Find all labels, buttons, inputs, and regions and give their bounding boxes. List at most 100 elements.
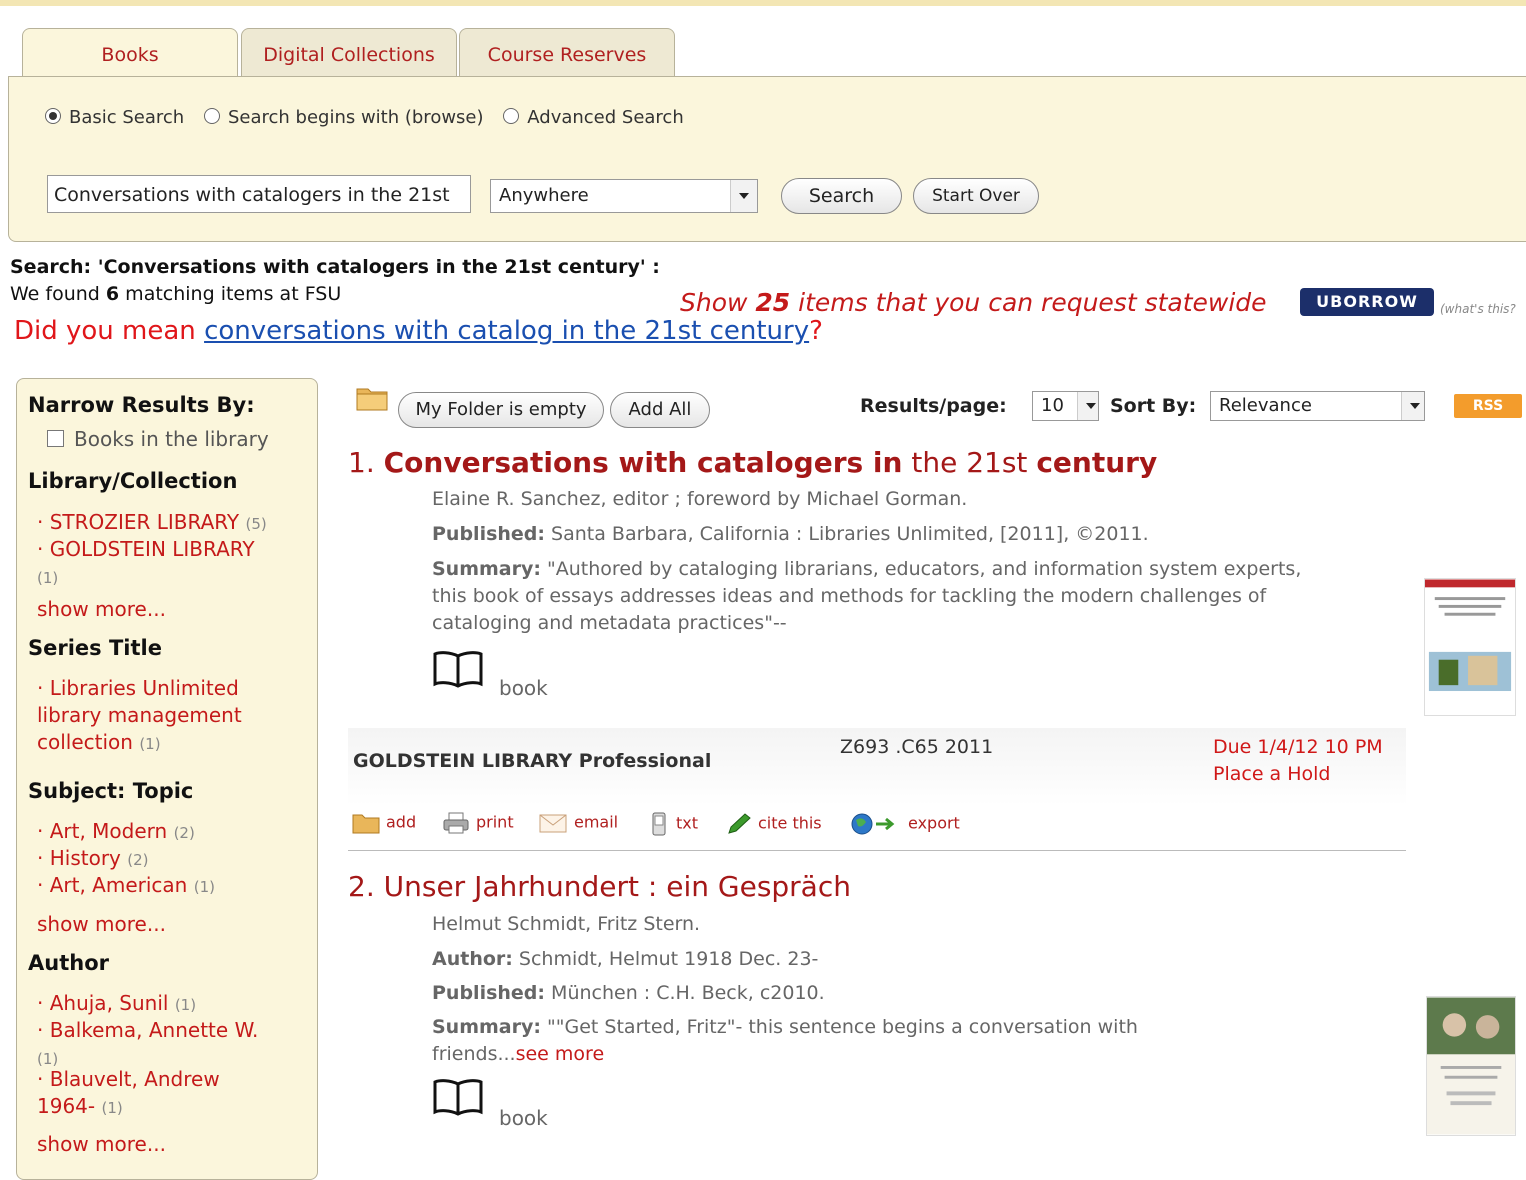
search-scope-select[interactable]: Anywhere	[490, 179, 758, 213]
did-you-mean-suffix: ?	[809, 316, 823, 346]
folder-add-icon	[352, 814, 380, 834]
action-label: print	[476, 812, 514, 832]
cite-action[interactable]: cite this	[726, 812, 822, 836]
title-text: Unser Jahrhundert : ein Gespräch	[383, 870, 851, 903]
show-more-link[interactable]: show more...	[37, 1132, 166, 1156]
result-responsibility: Helmut Schmidt, Fritz Stern.	[432, 913, 701, 935]
whats-this-link[interactable]: (what's this?	[1440, 302, 1516, 316]
cover-thumbnail-1[interactable]	[1424, 578, 1516, 716]
result-title[interactable]: 2. Unser Jahrhundert : ein Gespräch	[348, 870, 851, 903]
facet-label: Art, Modern	[49, 819, 168, 843]
dropdown-arrow-icon	[730, 180, 757, 212]
facet-label: Ahuja, Sunil	[49, 991, 169, 1015]
found-suffix: matching items at FSU	[119, 283, 342, 305]
facet-label: Blauvelt, Andrew 1964-	[37, 1067, 220, 1118]
field-value: München : C.H. Beck, c2010.	[551, 982, 825, 1004]
sidebar-title: Narrow Results By:	[28, 393, 255, 417]
radio-basic-search[interactable]	[45, 108, 61, 124]
filter-label: Books in the library	[74, 427, 269, 451]
title-part: Conversations with catalogers in	[383, 446, 903, 479]
facet-item[interactable]: · STROZIER LIBRARY (5)	[37, 509, 307, 538]
result-divider	[348, 850, 1406, 851]
action-label: txt	[676, 813, 699, 833]
see-more-link[interactable]: see more	[516, 1043, 605, 1065]
tab-course-reserves[interactable]: Course Reserves	[459, 28, 675, 79]
tab-bar: Books Digital Collections Course Reserve…	[0, 6, 1526, 81]
facet-item[interactable]: · Art, Modern (2)	[37, 818, 307, 847]
facet-count: (2)	[127, 851, 149, 869]
cover-thumbnail-2[interactable]	[1426, 996, 1516, 1136]
facet-item[interactable]: · GOLDSTEIN LIBRARY (1)	[37, 536, 307, 592]
scope-value: Anywhere	[499, 185, 589, 206]
facet-item[interactable]: · Art, American (1)	[37, 872, 307, 901]
facet-label: GOLDSTEIN LIBRARY	[49, 537, 255, 561]
envelope-icon	[539, 814, 567, 833]
export-action[interactable]: export	[850, 812, 960, 836]
field-label: Author:	[432, 948, 513, 970]
found-prefix: We found	[10, 283, 106, 305]
radio-browse-search[interactable]	[203, 108, 220, 124]
facet-heading-subject: Subject: Topic	[28, 779, 194, 803]
add-action[interactable]: add	[352, 812, 416, 834]
add-all-button[interactable]: Add All	[610, 392, 710, 428]
folder-icon	[356, 388, 388, 411]
holding-location: GOLDSTEIN LIBRARY Professional	[353, 750, 712, 772]
search-button[interactable]: Search	[781, 178, 902, 214]
did-you-mean-prefix: Did you mean	[14, 316, 205, 346]
show-more-link[interactable]: show more...	[37, 597, 166, 621]
search-mode-group: Basic Search Search begins with (browse)…	[45, 107, 698, 128]
show-more-link[interactable]: show more...	[37, 912, 166, 936]
email-action[interactable]: email	[538, 812, 618, 834]
rss-icon[interactable]: RSS	[1454, 394, 1522, 418]
facet-item[interactable]: · History (2)	[37, 845, 307, 874]
suggestion-link[interactable]: conversations with catalog in the 21st c…	[204, 316, 809, 346]
facet-label: Art, American	[49, 873, 188, 897]
facet-item[interactable]: · Blauvelt, Andrew 1964- (1)	[37, 1066, 257, 1122]
radio-label: Basic Search	[69, 107, 185, 128]
sort-by-label: Sort By:	[1110, 395, 1197, 417]
sort-value: Relevance	[1219, 395, 1312, 416]
action-label: export	[908, 813, 960, 833]
field-label: Summary:	[432, 558, 541, 580]
result-author: Author: Schmidt, Helmut 1918 Dec. 23-	[432, 946, 818, 973]
pencil-icon	[728, 813, 751, 834]
action-label: email	[574, 812, 619, 832]
books-in-library-filter[interactable]: Books in the library	[47, 427, 269, 451]
facet-item[interactable]: · Balkema, Annette W. (1)	[37, 1017, 307, 1073]
dropdown-arrow-icon	[1077, 392, 1098, 420]
my-folder-button[interactable]: My Folder is empty	[398, 392, 604, 428]
radio-advanced-search[interactable]	[503, 108, 520, 124]
dropdown-arrow-icon	[1401, 392, 1424, 420]
print-action[interactable]: print	[442, 812, 514, 834]
format-label: book	[499, 1106, 548, 1130]
sort-by-select[interactable]: Relevance	[1210, 391, 1425, 421]
format-label: book	[499, 676, 548, 700]
statewide-link[interactable]: Show 25 items that you can request state…	[680, 288, 1267, 317]
results-per-page-select[interactable]: 10	[1032, 391, 1099, 421]
facet-item[interactable]: · Libraries Unlimited library management…	[37, 675, 267, 758]
place-hold-link[interactable]: Place a Hold	[1213, 763, 1331, 785]
uborrow-logo[interactable]: UBORROW	[1300, 288, 1434, 316]
facet-heading-library: Library/Collection	[28, 469, 238, 493]
result-published: Published: Santa Barbara, California : L…	[432, 521, 1149, 548]
search-summary: Search: 'Conversations with catalogers i…	[10, 256, 660, 278]
action-label: add	[386, 812, 417, 832]
tab-digital-collections[interactable]: Digital Collections	[241, 28, 457, 79]
facet-heading-author: Author	[28, 951, 109, 975]
result-responsibility: Elaine R. Sanchez, editor ; foreword by …	[432, 488, 968, 510]
book-icon	[433, 651, 483, 688]
tab-books[interactable]: Books	[22, 28, 238, 81]
field-label: Published:	[432, 523, 545, 545]
checkbox-icon[interactable]	[47, 430, 64, 447]
facet-heading-series: Series Title	[28, 636, 162, 660]
result-title[interactable]: 1. Conversations with catalogers in the …	[348, 446, 1157, 479]
printer-icon	[443, 812, 469, 834]
facet-item[interactable]: · Ahuja, Sunil (1)	[37, 990, 307, 1019]
result-summary: Summary: "Authored by cataloging librari…	[432, 556, 1312, 637]
start-over-button[interactable]: Start Over	[913, 178, 1039, 214]
radio-label: Advanced Search	[527, 107, 684, 128]
txt-action[interactable]: txt	[648, 812, 698, 836]
field-value: Santa Barbara, California : Libraries Un…	[551, 523, 1149, 545]
field-value: "Authored by cataloging librarians, educ…	[432, 558, 1302, 634]
search-input[interactable]: Conversations with catalogers in the 21s…	[47, 175, 471, 213]
